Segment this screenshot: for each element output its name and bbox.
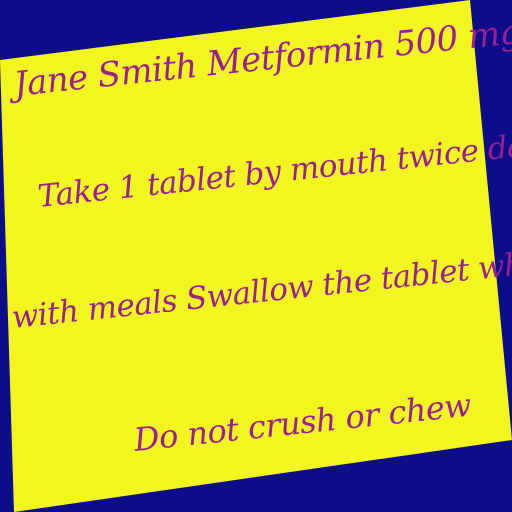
photo-scene: Jane Smith Metformin 500 mg Take 1 table… <box>0 0 512 512</box>
